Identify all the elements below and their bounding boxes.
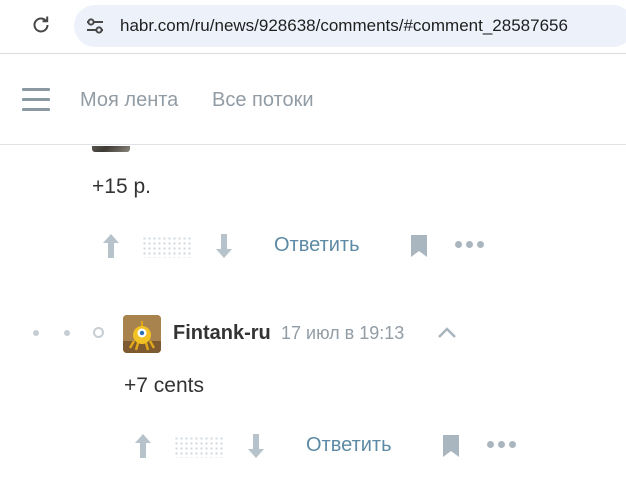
- site-info-button[interactable]: [82, 13, 108, 39]
- more-options-icon[interactable]: [455, 241, 485, 249]
- comment-timestamp[interactable]: 17 июл в 19:13: [281, 323, 404, 344]
- thread-indicator: [30, 326, 110, 340]
- nav-my-feed[interactable]: Моя лента: [80, 89, 178, 112]
- upvote-icon[interactable]: [132, 432, 154, 460]
- more-options-icon[interactable]: [487, 441, 517, 449]
- bookmark-icon[interactable]: [442, 434, 460, 458]
- browser-toolbar: habr.com/ru/news/928638/comments/#commen…: [0, 0, 626, 54]
- url-text[interactable]: habr.com/ru/news/928638/comments/#commen…: [120, 16, 568, 36]
- avatar[interactable]: [123, 315, 161, 353]
- address-bar[interactable]: habr.com/ru/news/928638/comments/#commen…: [74, 5, 626, 47]
- avatar[interactable]: [92, 146, 130, 152]
- downvote-icon[interactable]: [213, 232, 235, 260]
- comment-actions: Ответить: [100, 232, 500, 262]
- reply-button[interactable]: Ответить: [274, 234, 360, 257]
- downvote-icon[interactable]: [245, 432, 267, 460]
- comment-text: +7 cents: [124, 374, 204, 397]
- score-hidden: [142, 236, 192, 258]
- nav-all-flows[interactable]: Все потоки: [212, 89, 314, 112]
- comments-section: +15 р. Ответить Fintank-ru 17 июл в 19:1…: [0, 146, 626, 486]
- bookmark-icon[interactable]: [410, 234, 428, 258]
- upvote-icon[interactable]: [100, 232, 122, 260]
- comment-text: +15 р.: [92, 175, 151, 198]
- reply-button[interactable]: Ответить: [306, 434, 392, 457]
- reload-button[interactable]: [28, 12, 54, 38]
- score-hidden: [174, 436, 224, 458]
- reload-icon: [33, 16, 49, 33]
- comment-actions: Ответить: [132, 432, 532, 462]
- menu-icon[interactable]: [22, 88, 50, 112]
- tune-icon: [87, 18, 103, 34]
- site-header: Моя лента Все потоки: [0, 55, 626, 145]
- comment-author[interactable]: Fintank-ru: [173, 322, 271, 345]
- chevron-up-icon[interactable]: [437, 325, 457, 339]
- avatar-image-icon: [123, 315, 161, 353]
